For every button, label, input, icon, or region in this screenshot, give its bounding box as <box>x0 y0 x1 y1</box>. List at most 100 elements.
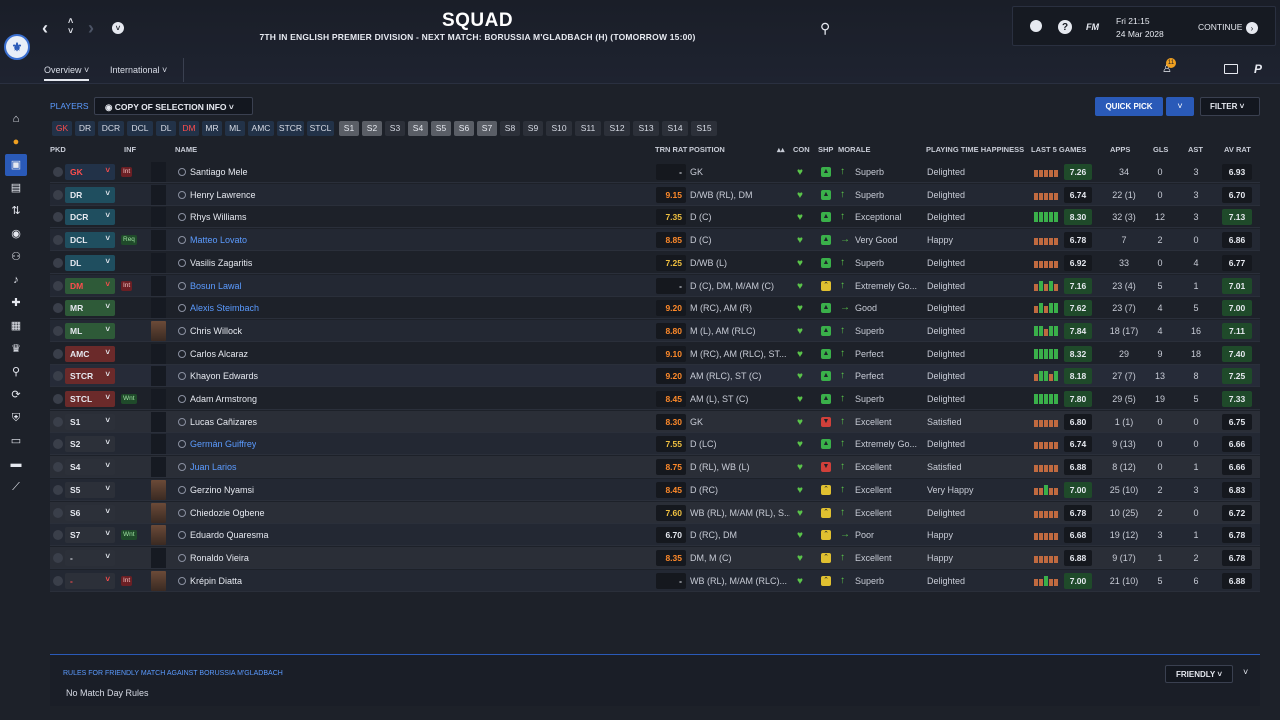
table-row[interactable]: S5 ˅ Gerzino Nyamsi 8.45 D (RC) ♥ ⌃ ↑ Excellent V… <box>50 478 1260 501</box>
selection-position-dropdown[interactable]: DR ˅ <box>65 186 115 203</box>
table-row[interactable]: STCR ˅ Khayon Edwards 9.20 AM (RLC), ST (C) ♥… <box>50 365 1260 388</box>
chip-stcl[interactable]: STCL <box>307 121 334 136</box>
home-icon[interactable]: ⌂ <box>9 112 23 126</box>
col-con[interactable]: CON <box>793 145 810 154</box>
selection-position-dropdown[interactable]: S2 ˅ <box>65 436 115 453</box>
table-row[interactable]: S4 ˅ Juan Larios 8.75 D (RL), WB (L) ♥ ▼ ↑ Excel… <box>50 456 1260 479</box>
chip-s2[interactable]: S2 <box>362 121 382 136</box>
medical-icon[interactable]: ✚ <box>9 296 23 310</box>
col-apps[interactable]: APPS <box>1110 145 1130 154</box>
player-name[interactable]: Bosun Lawal <box>190 281 242 291</box>
trophy-icon[interactable]: ♛ <box>9 342 23 356</box>
store-icon[interactable]: P <box>1254 62 1262 76</box>
player-name[interactable]: Alexis Steimbach <box>190 303 259 313</box>
chip-mr[interactable]: MR <box>202 121 222 136</box>
clipboard-icon[interactable]: ▤ <box>9 181 23 195</box>
col-ast[interactable]: AST <box>1188 145 1203 154</box>
fm-logo[interactable]: FM <box>1086 22 1099 32</box>
pick-checkbox[interactable] <box>53 484 63 495</box>
collapse-icon[interactable]: ˅ <box>1243 667 1248 677</box>
selection-position-dropdown[interactable]: - ˅ <box>65 549 115 566</box>
chip-s6[interactable]: S6 <box>454 121 474 136</box>
col-pkd[interactable]: PKD <box>50 145 66 154</box>
selection-position-dropdown[interactable]: S5 ˅ <box>65 481 115 498</box>
col-shp[interactable]: SHP <box>818 145 833 154</box>
col-av-rat[interactable]: AV RAT <box>1224 145 1251 154</box>
player-name[interactable]: Rhys Williams <box>190 212 247 222</box>
table-row[interactable]: S6 ˅ Chiedozie Ogbene 7.60 WB (RL), M/AM (RL… <box>50 501 1260 524</box>
chip-ml[interactable]: ML <box>225 121 245 136</box>
player-name[interactable]: Adam Armstrong <box>190 394 257 404</box>
col-pt-happiness[interactable]: PLAYING TIME HAPPINESS <box>926 145 1024 154</box>
chip-dcr[interactable]: DCR <box>98 121 124 136</box>
chip-dr[interactable]: DR <box>75 121 95 136</box>
player-name[interactable]: Khayon Edwards <box>190 371 258 381</box>
selection-position-dropdown[interactable]: ML ˅ <box>65 322 115 339</box>
selection-position-dropdown[interactable]: DL ˅ <box>65 254 115 271</box>
selection-position-dropdown[interactable]: DCR ˅ <box>65 209 115 226</box>
screen-icon[interactable] <box>1224 64 1238 74</box>
social-icon[interactable] <box>1030 20 1042 32</box>
col-morale[interactable]: MORALE <box>838 145 871 154</box>
table-row[interactable]: S2 ˅ Germán Guiffrey 7.55 D (LC) ♥ ▲ ↑ Extremely… <box>50 433 1260 456</box>
pick-checkbox[interactable] <box>53 552 63 563</box>
calendar-icon[interactable]: ▦ <box>9 319 23 333</box>
selection-position-dropdown[interactable]: STCR ˅ <box>65 368 115 385</box>
chip-s13[interactable]: S13 <box>633 121 659 136</box>
table-row[interactable]: DCR ˅ Rhys Williams 7.35 D (C) ♥ ▲ ↑ Exceptional… <box>50 206 1260 229</box>
chip-s4[interactable]: S4 <box>408 121 428 136</box>
chip-s3[interactable]: S3 <box>385 121 405 136</box>
staff-icon[interactable]: ⚇ <box>9 250 23 264</box>
chip-s12[interactable]: S12 <box>604 121 630 136</box>
col-last5[interactable]: LAST 5 GAMES <box>1031 145 1086 154</box>
pick-checkbox[interactable] <box>53 212 63 223</box>
chip-s9[interactable]: S9 <box>523 121 543 136</box>
table-row[interactable]: DR ˅ Henry Lawrence 9.15 D/WB (RL), DM ♥ ▲ ↑ Sup… <box>50 183 1260 206</box>
selection-position-dropdown[interactable]: S4 ˅ <box>65 459 115 476</box>
player-name[interactable]: Matteo Lovato <box>190 235 247 245</box>
player-name[interactable]: Santiago Mele <box>190 167 248 177</box>
chip-amc[interactable]: AMC <box>248 121 274 136</box>
chip-stcr[interactable]: STCR <box>277 121 304 136</box>
player-name[interactable]: Lucas Cañizares <box>190 417 257 427</box>
inbox-icon[interactable]: ● <box>9 135 23 149</box>
finance-icon[interactable]: ▬ <box>9 457 23 471</box>
pick-checkbox[interactable] <box>53 348 63 359</box>
col-inf[interactable]: INF <box>124 145 136 154</box>
player-name[interactable]: Eduardo Quaresma <box>190 530 269 540</box>
quick-pick-dropdown[interactable]: ˅ <box>1166 97 1194 116</box>
pick-checkbox[interactable] <box>53 280 63 291</box>
table-row[interactable]: AMC ˅ Carlos Alcaraz 9.10 M (RC), AM (RLC), … <box>50 343 1260 365</box>
player-name[interactable]: Chris Willock <box>190 326 242 336</box>
selection-position-dropdown[interactable]: DCL ˅ <box>65 232 115 249</box>
player-name[interactable]: Carlos Alcaraz <box>190 349 248 359</box>
chip-s5[interactable]: S5 <box>431 121 451 136</box>
chip-s1[interactable]: S1 <box>339 121 359 136</box>
briefcase-icon[interactable]: ▭ <box>9 434 23 448</box>
player-name[interactable]: Gerzino Nyamsi <box>190 485 254 495</box>
pick-checkbox[interactable] <box>53 416 63 427</box>
search-icon[interactable]: ⚲ <box>820 20 830 37</box>
player-name[interactable]: Juan Larios <box>190 462 237 472</box>
table-row[interactable]: ML ˅ Chris Willock 8.80 M (L), AM (RLC) ♥ ▲ ↑ Su… <box>50 319 1260 342</box>
selection-view-dropdown[interactable]: ◉ COPY OF SELECTION INFO ˅ <box>94 97 253 115</box>
pick-checkbox[interactable] <box>53 575 63 586</box>
selection-position-dropdown[interactable]: DM ˅ <box>65 277 115 294</box>
player-name[interactable]: Vasilis Zagaritis <box>190 258 252 268</box>
col-name[interactable]: NAME <box>175 145 197 154</box>
continue-button[interactable]: CONTINUE <box>1198 22 1242 32</box>
chip-s8[interactable]: S8 <box>500 121 520 136</box>
chip-s10[interactable]: S10 <box>546 121 572 136</box>
col-trn-rat[interactable]: TRN RAT <box>655 145 687 154</box>
selection-position-dropdown[interactable]: AMC ˅ <box>65 345 115 362</box>
col-position[interactable]: POSITION <box>689 145 725 154</box>
sort-icon[interactable]: ▴▴ <box>777 145 785 154</box>
pick-checkbox[interactable] <box>53 167 63 177</box>
table-row[interactable]: STCL ˅ Wnt Adam Armstrong 8.45 AM (L), ST (C)… <box>50 388 1260 410</box>
continue-arrow-icon[interactable]: › <box>1246 22 1258 34</box>
table-row[interactable]: - ˅ Ronaldo Vieira 8.35 DM, M (C) ♥ ⌃ ↑ Excellen… <box>50 546 1260 569</box>
pick-checkbox[interactable] <box>53 325 63 336</box>
pick-checkbox[interactable] <box>53 530 63 541</box>
table-row[interactable]: DL ˅ Vasilis Zagaritis 7.25 D/WB (L) ♥ ▲ ↑ Super… <box>50 252 1260 274</box>
pick-checkbox[interactable] <box>53 235 63 246</box>
